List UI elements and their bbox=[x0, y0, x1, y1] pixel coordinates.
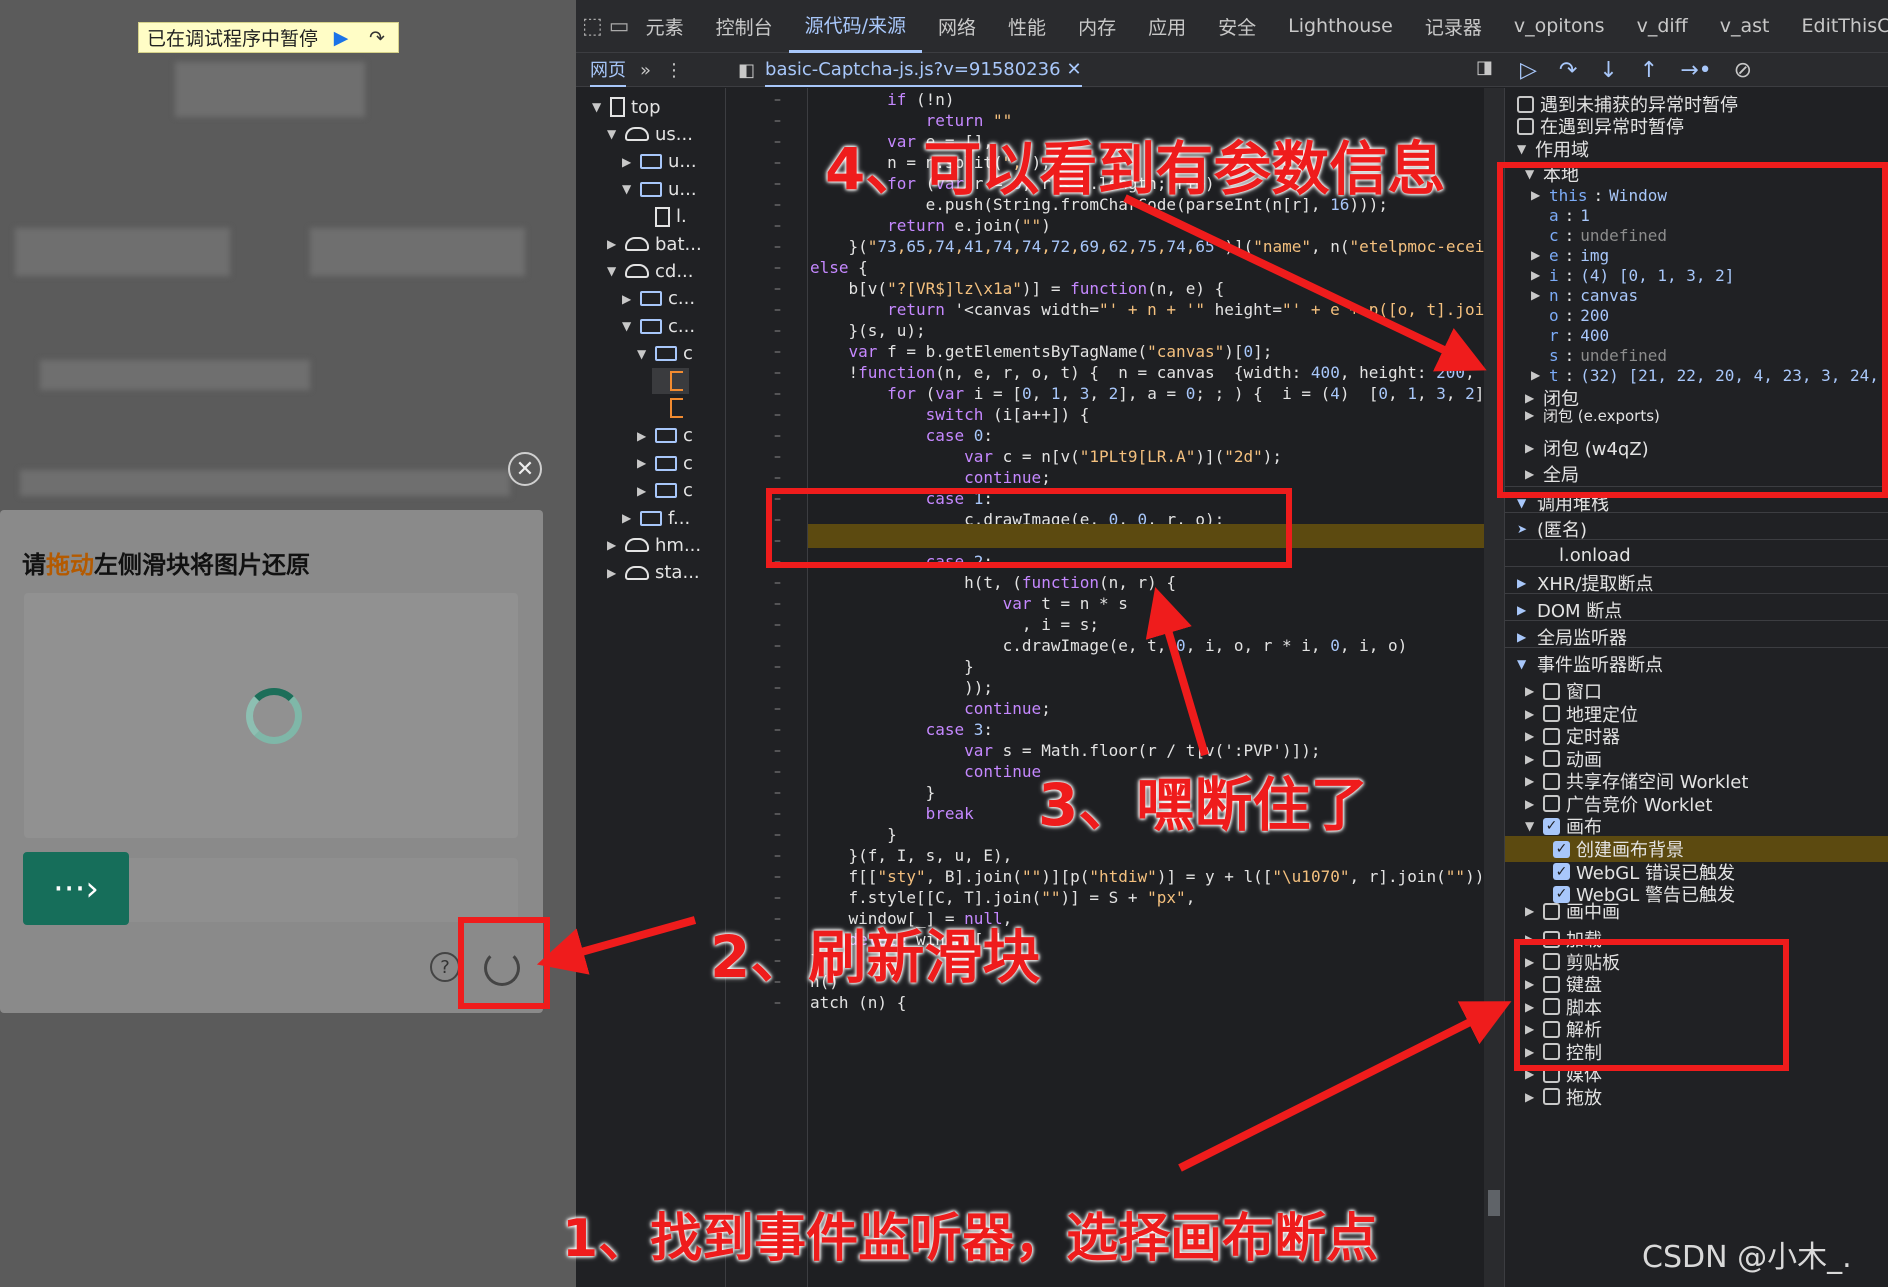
arrow-to-breakpoint bbox=[1145, 586, 1209, 757]
annotation-step-4: 4、可以看到有参数信息 bbox=[825, 135, 1446, 203]
watermark: CSDN @小木_. bbox=[1642, 1240, 1852, 1275]
annotation-step-1: 1、找到事件监听器，选择画布断点 bbox=[562, 1209, 1379, 1269]
annotation-step-2: 2、刷新滑块 bbox=[710, 923, 1041, 991]
arrow-to-canvas bbox=[1178, 1001, 1512, 1172]
annotation-step-3: 3、嘿断住了 bbox=[1038, 771, 1369, 839]
arrow-to-scope bbox=[1123, 194, 1487, 372]
arrow-to-refresh bbox=[536, 916, 697, 975]
